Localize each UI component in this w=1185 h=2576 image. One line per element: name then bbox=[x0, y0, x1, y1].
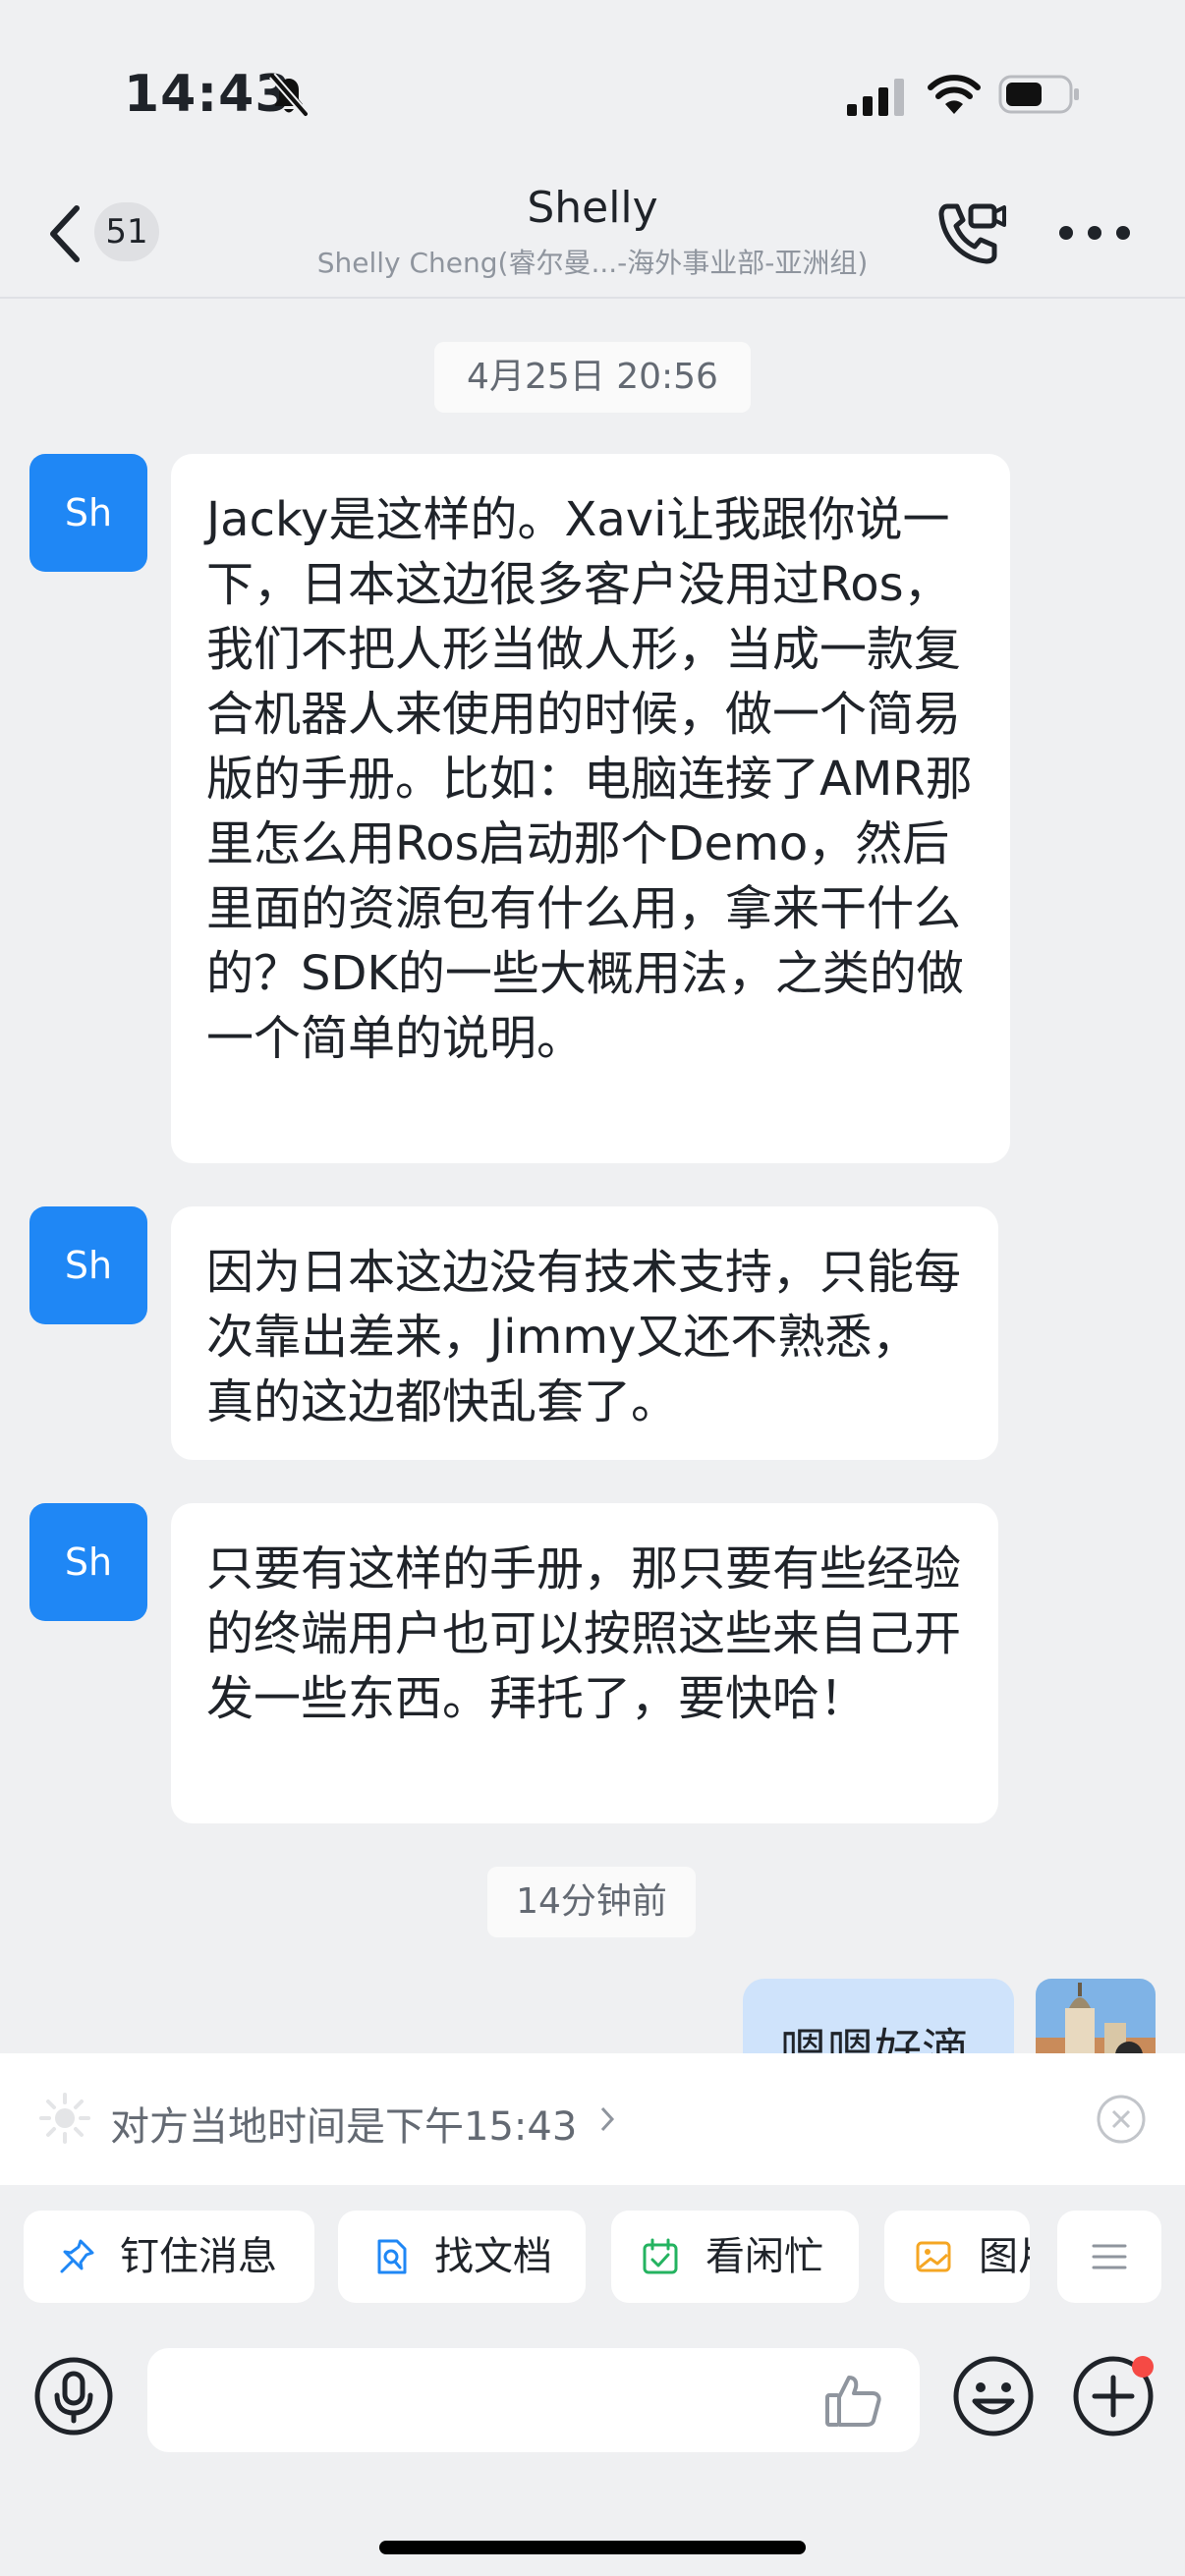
pin-messages-button[interactable]: 钉住消息 bbox=[24, 2211, 314, 2303]
thumbs-up-icon[interactable] bbox=[823, 2370, 884, 2431]
find-docs-button[interactable]: 找文档 bbox=[338, 2211, 586, 2303]
menu-icon bbox=[1092, 2244, 1127, 2269]
message-bubble[interactable]: Jacky是这样的。Xavi让我跟你说一下，日本这边很多客户没用过Ros，我们不… bbox=[171, 454, 1010, 1163]
chevron-right-icon bbox=[600, 2106, 615, 2132]
message-text: 只要有这样的手册，那只要有些经验的终端用户也可以按照这些来自己开发一些东西。拜托… bbox=[206, 1541, 962, 1726]
emoji-icon[interactable] bbox=[951, 2354, 1036, 2438]
more-options-icon[interactable] bbox=[1057, 224, 1132, 242]
chat-subtitle: Shelly Cheng(睿尔曼...-海外事业部-亚洲组) bbox=[316, 247, 869, 279]
home-indicator[interactable] bbox=[379, 2541, 806, 2554]
message-text: 因为日本这边没有技术支持，只能每次靠出差来，Jimmy又还不熟悉，真的这边都快乱… bbox=[206, 1245, 962, 1429]
close-icon[interactable] bbox=[1095, 2093, 1148, 2146]
doc-search-icon bbox=[377, 2239, 407, 2274]
notification-dot bbox=[1132, 2356, 1154, 2378]
pin-icon bbox=[60, 2239, 94, 2273]
check-availability-label: 看闲忙 bbox=[705, 2234, 823, 2279]
message-bubble[interactable]: 因为日本这边没有技术支持，只能每次靠出差来，Jimmy又还不熟悉，真的这边都快乱… bbox=[171, 1206, 998, 1460]
local-time-tip-bar[interactable]: 对方当地时间是下午15:43 bbox=[0, 2053, 1185, 2185]
video-call-icon[interactable] bbox=[933, 198, 1008, 265]
image-button[interactable]: 图片 bbox=[884, 2211, 1030, 2303]
calendar-check-icon bbox=[643, 2238, 678, 2274]
battery-icon bbox=[998, 75, 1079, 114]
pin-messages-label: 钉住消息 bbox=[120, 2234, 277, 2279]
find-docs-label: 找文档 bbox=[434, 2234, 552, 2279]
message-input[interactable] bbox=[147, 2348, 920, 2452]
unread-count-badge[interactable]: 51 bbox=[94, 202, 159, 261]
image-icon bbox=[916, 2241, 951, 2272]
more-actions-button[interactable] bbox=[1057, 2211, 1161, 2303]
message-bubble[interactable]: 只要有这样的手册，那只要有些经验的终端用户也可以按照这些来自己开发一些东西。拜托… bbox=[171, 1503, 998, 1823]
sender-avatar[interactable]: Sh bbox=[29, 454, 147, 572]
sender-avatar[interactable]: Sh bbox=[29, 1206, 147, 1324]
back-arrow-icon[interactable] bbox=[45, 202, 85, 265]
wifi-icon bbox=[928, 75, 981, 114]
quick-actions-bar: 钉住消息 找文档 看闲忙 图片 bbox=[0, 2185, 1185, 2313]
cellular-signal-icon bbox=[847, 79, 904, 116]
chat-title[interactable]: Shelly bbox=[298, 183, 887, 233]
local-time-text: 对方当地时间是下午15:43 bbox=[110, 2104, 578, 2150]
check-availability-button[interactable]: 看闲忙 bbox=[611, 2211, 859, 2303]
bell-off-icon bbox=[268, 73, 310, 117]
image-label: 图片 bbox=[979, 2234, 1030, 2279]
message-timestamp: 4月25日 20:56 bbox=[434, 342, 751, 413]
sun-icon bbox=[39, 2093, 90, 2144]
message-timestamp: 14分钟前 bbox=[487, 1867, 696, 1937]
microphone-icon[interactable] bbox=[33, 2356, 114, 2436]
message-text: Jacky是这样的。Xavi让我跟你说一下，日本这边很多客户没用过Ros，我们不… bbox=[206, 492, 973, 1066]
sender-avatar[interactable]: Sh bbox=[29, 1503, 147, 1621]
status-time: 14:43 bbox=[124, 65, 292, 124]
